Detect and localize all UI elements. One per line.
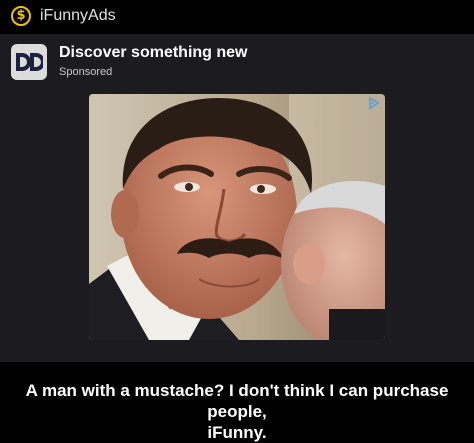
caption-line-2: iFunny. [207,423,267,442]
app-name: iFunnyAds [40,7,116,24]
post-caption: A man with a mustache? I don't think I c… [0,380,474,443]
dd-app-logo-icon[interactable] [11,44,47,80]
sponsored-ad-card[interactable]: Discover something new Sponsored [0,34,474,362]
adchoices-icon[interactable] [367,96,381,110]
ad-title[interactable]: Discover something new [59,44,248,62]
dollar-coin-icon[interactable]: $ [11,6,31,26]
mustache-man-photo [89,94,385,340]
sponsored-label: Sponsored [59,66,113,78]
top-bar: $ iFunnyAds [0,0,474,34]
caption-line-1: A man with a mustache? I don't think I c… [25,381,449,421]
ad-image[interactable] [89,94,385,340]
